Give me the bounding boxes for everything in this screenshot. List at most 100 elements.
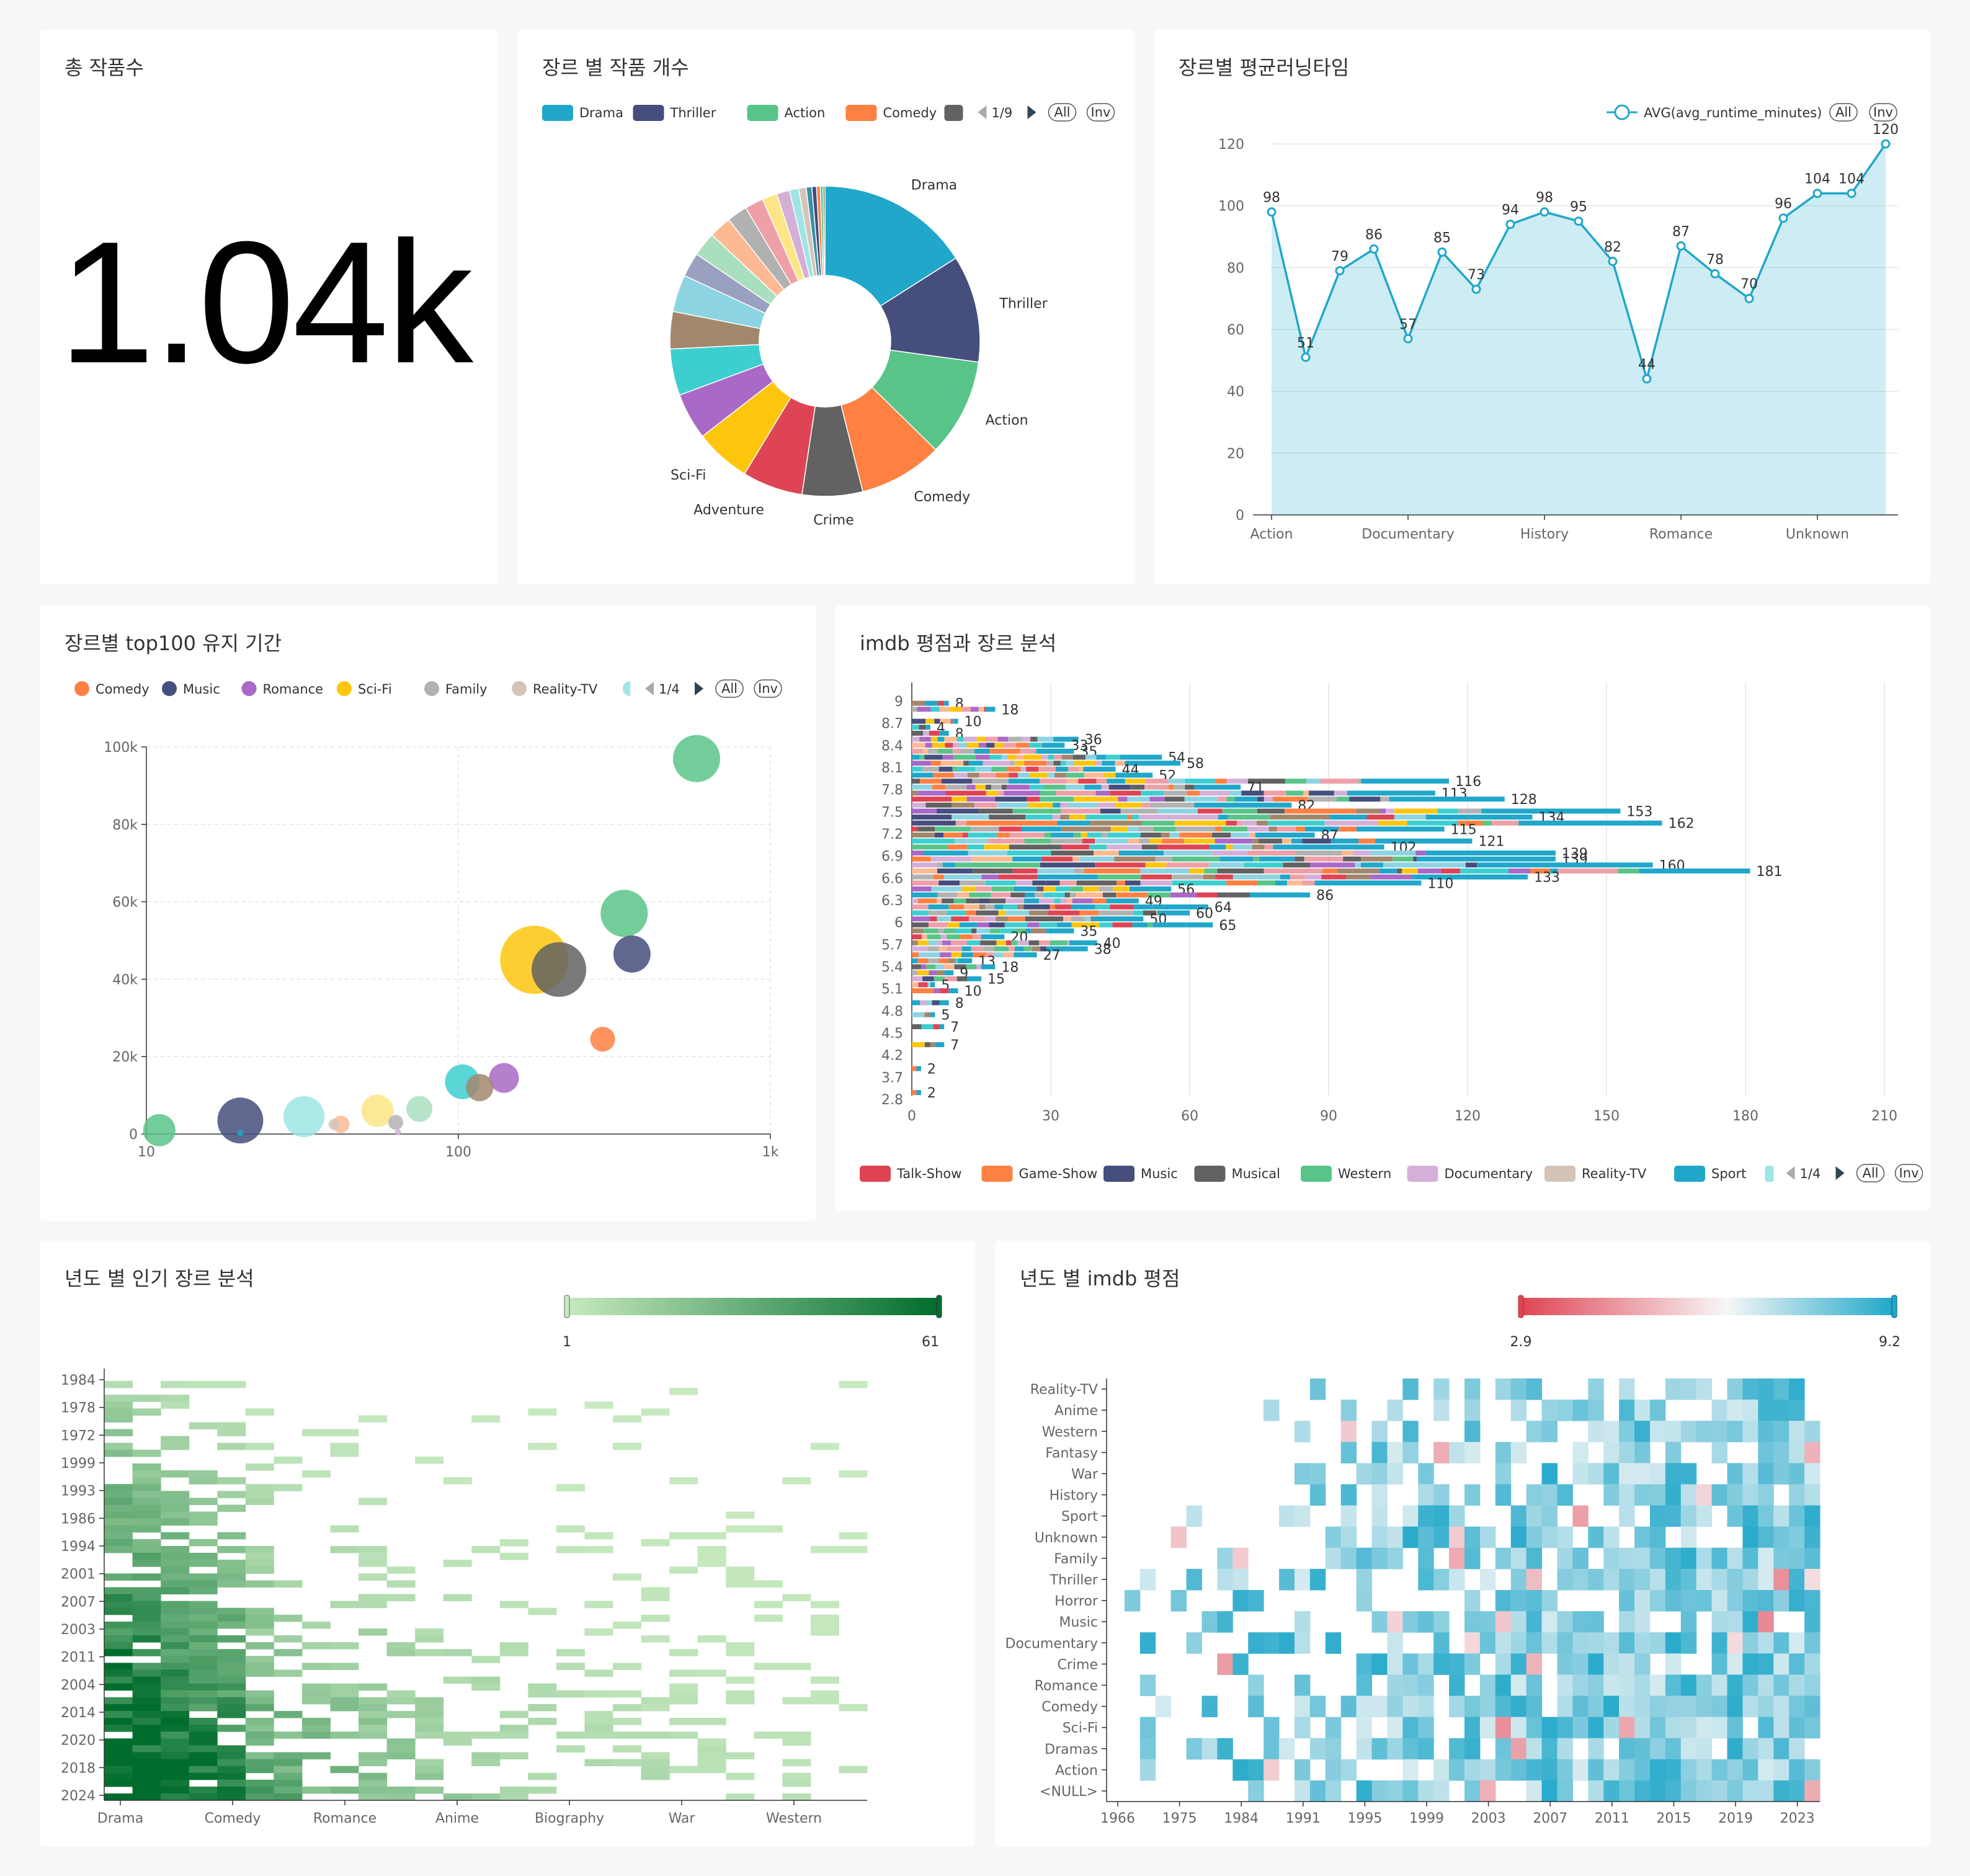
year-genre-heatmap-cell[interactable] <box>471 1415 501 1423</box>
year-genre-heatmap-cell[interactable] <box>697 1560 726 1567</box>
imdb-bar-segment[interactable] <box>1241 790 1264 796</box>
imdb-bar-segment[interactable] <box>992 886 1009 891</box>
year-genre-heatmap-cell[interactable] <box>471 1676 501 1684</box>
imdb-bar-segment[interactable] <box>1028 743 1041 748</box>
imdb-bar-segment[interactable] <box>930 856 972 862</box>
imdb-bar-segment[interactable] <box>944 970 954 976</box>
year-imdb-heatmap-cell[interactable] <box>1649 1717 1666 1739</box>
year-imdb-heatmap-cell[interactable] <box>1402 1421 1419 1442</box>
imdb-bar-segment[interactable] <box>976 886 992 891</box>
imdb-bar-segment[interactable] <box>940 934 947 940</box>
year-genre-heatmap-cell[interactable] <box>217 1766 246 1774</box>
year-imdb-heatmap-cell[interactable] <box>1526 1568 1543 1591</box>
year-imdb-heatmap-cell[interactable] <box>1773 1759 1789 1781</box>
imdb-bar-segment[interactable] <box>1141 844 1158 850</box>
imdb-bar-segment[interactable] <box>917 826 927 832</box>
imdb-bar-segment[interactable] <box>984 707 986 712</box>
year-imdb-heatmap-cell[interactable] <box>1217 1611 1233 1633</box>
year-genre-heatmap-cell[interactable] <box>359 1498 388 1505</box>
imdb-bar-segment[interactable] <box>968 851 1007 856</box>
year-genre-heatmap-cell[interactable] <box>443 1594 472 1602</box>
imdb-bar-segment[interactable] <box>994 904 1004 909</box>
year-imdb-heatmap-cell[interactable] <box>1789 1400 1805 1421</box>
year-genre-heatmap-cell[interactable] <box>274 1759 303 1767</box>
year-genre-heatmap-cell[interactable] <box>161 1553 190 1560</box>
year-genre-heatmap-cell[interactable] <box>161 1738 190 1746</box>
year-imdb-heatmap-cell[interactable] <box>1201 1611 1218 1633</box>
year-genre-heatmap-cell[interactable] <box>669 1731 698 1739</box>
imdb-bar-segment[interactable] <box>912 988 924 994</box>
imdb-bar-segment[interactable] <box>1097 874 1141 880</box>
year-genre-heatmap-cell[interactable] <box>415 1718 444 1725</box>
year-genre-heatmap-cell[interactable] <box>217 1690 246 1698</box>
imdb-bar-segment[interactable] <box>939 1024 945 1029</box>
year-genre-heatmap-cell[interactable] <box>726 1511 755 1519</box>
imdb-bar-segment[interactable] <box>1190 880 1226 886</box>
imdb-bar-segment[interactable] <box>1014 886 1037 891</box>
imdb-bar-segment[interactable] <box>1309 790 1334 796</box>
year-genre-heatmap-cell[interactable] <box>782 1772 811 1780</box>
year-genre-heatmap-cell[interactable] <box>132 1669 161 1677</box>
imdb-bar-segment[interactable] <box>940 952 952 958</box>
imdb-bar-segment[interactable] <box>1096 761 1102 766</box>
year-genre-heatmap-cell[interactable] <box>471 1793 501 1801</box>
year-genre-heatmap-cell[interactable] <box>386 1745 416 1753</box>
year-imdb-heatmap-cell[interactable] <box>1727 1759 1743 1781</box>
year-imdb-heatmap-cell[interactable] <box>1804 1505 1821 1527</box>
imdb-bar-segment[interactable] <box>942 940 952 945</box>
imdb-bar-segment[interactable] <box>1069 815 1086 820</box>
year-imdb-heatmap-cell[interactable] <box>1479 1717 1496 1739</box>
imdb-bar-segment[interactable] <box>1076 880 1117 886</box>
imdb-bar-segment[interactable] <box>1048 910 1063 916</box>
year-imdb-heatmap-cell[interactable] <box>1634 1780 1651 1802</box>
year-imdb-heatmap-cell[interactable] <box>1634 1674 1651 1696</box>
imdb-bar-segment[interactable] <box>974 802 997 808</box>
imdb-bar-segment[interactable] <box>1072 898 1093 904</box>
imdb-bar-segment[interactable] <box>934 976 939 981</box>
year-genre-heatmap-cell[interactable] <box>217 1786 246 1794</box>
imdb-bar-segment[interactable] <box>928 910 947 916</box>
imdb-bar-segment[interactable] <box>968 761 983 766</box>
year-genre-heatmap-cell[interactable] <box>471 1683 501 1691</box>
imdb-bar-segment[interactable] <box>1036 748 1074 754</box>
year-imdb-heatmap-cell[interactable] <box>1356 1674 1373 1696</box>
year-imdb-heatmap-cell[interactable] <box>1541 1400 1558 1421</box>
year-imdb-heatmap-cell[interactable] <box>1742 1674 1758 1696</box>
year-genre-heatmap-cell[interactable] <box>217 1649 246 1656</box>
imdb-bar-segment[interactable] <box>1120 808 1158 814</box>
imdb-bar-segment[interactable] <box>1009 886 1014 891</box>
year-imdb-heatmap-cell[interactable] <box>1510 1378 1527 1400</box>
imdb-bar-segment[interactable] <box>989 815 1026 820</box>
year-imdb-heatmap-cell[interactable] <box>1479 1526 1496 1548</box>
year-imdb-heatmap-cell[interactable] <box>1526 1653 1543 1675</box>
year-imdb-heatmap-cell[interactable] <box>1572 1568 1589 1591</box>
year-genre-heatmap-cell[interactable] <box>359 1628 388 1636</box>
year-genre-heatmap-cell[interactable] <box>754 1731 783 1739</box>
year-genre-heatmap-cell[interactable] <box>556 1731 585 1739</box>
imdb-bar-segment[interactable] <box>1010 761 1015 766</box>
imdb-bar-segment[interactable] <box>912 982 919 988</box>
imdb-bar-segment[interactable] <box>912 1024 922 1029</box>
year-imdb-heatmap-cell[interactable] <box>1495 1442 1512 1463</box>
imdb-bar-segment[interactable] <box>1229 790 1242 796</box>
year-genre-heatmap-cell[interactable] <box>217 1759 246 1767</box>
imdb-bar-segment[interactable] <box>967 844 984 850</box>
imdb-bar-segment[interactable] <box>1099 910 1121 916</box>
imdb-bar-segment[interactable] <box>975 766 992 772</box>
imdb-bar-segment[interactable] <box>1040 790 1056 796</box>
imdb-bar-segment[interactable] <box>1027 922 1040 927</box>
year-genre-heatmap-cell[interactable] <box>359 1752 388 1760</box>
imdb-bar-segment[interactable] <box>1140 880 1172 886</box>
year-genre-heatmap-cell[interactable] <box>810 1621 839 1629</box>
imdb-bar-segment[interactable] <box>1097 802 1115 808</box>
year-genre-heatmap-cell[interactable] <box>245 1786 274 1794</box>
imdb-bar-segment[interactable] <box>912 826 918 832</box>
year-genre-heatmap-cell[interactable] <box>132 1649 161 1656</box>
pie-legend-swatch[interactable] <box>542 105 573 121</box>
year-genre-heatmap-cell[interactable] <box>556 1484 585 1491</box>
year-genre-heatmap-cell[interactable] <box>584 1601 613 1609</box>
imdb-bar-segment[interactable] <box>912 886 932 891</box>
year-imdb-heatmap-cell[interactable] <box>1356 1547 1373 1570</box>
imdb-bar-segment[interactable] <box>938 946 947 952</box>
imdb-bar-segment[interactable] <box>1355 862 1361 868</box>
